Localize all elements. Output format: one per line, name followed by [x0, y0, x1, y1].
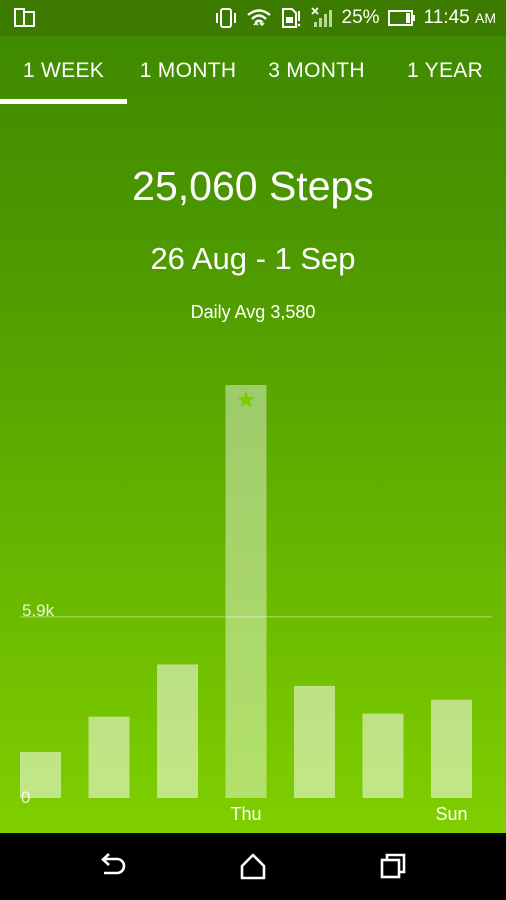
tab-3-month[interactable]: 3 MONTH: [249, 36, 384, 104]
home-icon: [240, 853, 266, 880]
clock: 11:45 AM: [424, 7, 496, 29]
wifi-icon: [246, 9, 271, 27]
active-tab-indicator: [0, 99, 127, 104]
home-button[interactable]: [235, 849, 271, 885]
x-tick-thu: Thu: [230, 804, 261, 824]
bar-wed: [157, 664, 198, 798]
x-tick-sun: Sun: [435, 804, 467, 824]
back-icon: [101, 853, 126, 875]
bar-thu: [225, 385, 267, 798]
tab-1-week[interactable]: 1 WEEK: [0, 36, 127, 104]
total-steps: 25,060 Steps: [132, 163, 374, 209]
recents-button[interactable]: [375, 849, 411, 885]
battery-percent: 25%: [341, 7, 380, 28]
notification-area: [14, 8, 36, 33]
signal-icon: [310, 7, 332, 27]
sim-alert-icon: [281, 8, 300, 28]
tab-1-month[interactable]: 1 MONTH: [127, 36, 249, 104]
navigation-bar: [0, 833, 506, 900]
recents-icon: [380, 853, 406, 879]
steps-bar-chart: 5.9k Thu Sun 0: [20, 385, 492, 824]
reference-line-label: 5.9k: [22, 601, 55, 620]
bar-fri: [294, 685, 335, 798]
y-zero-label: 0: [21, 788, 30, 807]
bar-sun: [431, 699, 472, 798]
status-bar: 25% 11:45 AM: [0, 0, 506, 36]
battery-icon: [387, 10, 415, 26]
clock-time: 11:45: [423, 7, 470, 28]
status-icons: 25% 11:45 AM: [214, 0, 496, 36]
tab-1-year[interactable]: 1 YEAR: [384, 36, 506, 104]
clock-ampm: AM: [475, 10, 496, 26]
step-history-screen: 1 WEEK 1 MONTH 3 MONTH 1 YEAR 25,060 Ste…: [0, 36, 506, 833]
period-tabs: 1 WEEK 1 MONTH 3 MONTH 1 YEAR: [0, 36, 506, 104]
back-button[interactable]: [95, 849, 131, 885]
date-range: 26 Aug - 1 Sep: [150, 241, 356, 276]
bar-sat: [362, 713, 404, 798]
bar-tue: [88, 716, 130, 798]
daily-average: Daily Avg 3,580: [190, 302, 316, 322]
vibrate-icon: [215, 8, 236, 28]
screen-mirror-icon: [14, 8, 35, 27]
